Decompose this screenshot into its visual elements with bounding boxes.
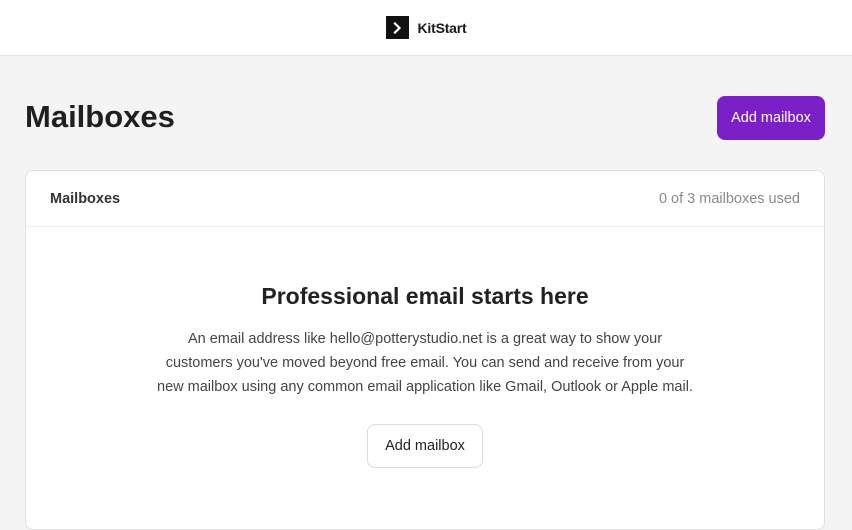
add-mailbox-button[interactable]: Add mailbox	[717, 96, 825, 140]
card-header-title: Mailboxes	[50, 190, 121, 207]
card-header: Mailboxes 0 of 3 mailboxes used	[26, 171, 824, 227]
empty-state: Professional email starts here An email …	[26, 227, 824, 468]
mailboxes-card: Mailboxes 0 of 3 mailboxes used Professi…	[25, 170, 825, 530]
page-title: Mailboxes	[25, 99, 175, 134]
mailbox-usage-count: 0 of 3 mailboxes used	[658, 190, 800, 207]
top-navigation-bar: KitStart	[0, 0, 852, 56]
brand-name: KitStart	[417, 19, 467, 36]
empty-state-description: An email address like hello@potterystudi…	[157, 331, 693, 395]
chevron-right-icon	[385, 16, 409, 39]
empty-state-title: Professional email starts here	[261, 283, 589, 309]
empty-state-add-mailbox-button[interactable]: Add mailbox	[367, 424, 483, 468]
brand[interactable]: KitStart	[385, 16, 467, 39]
